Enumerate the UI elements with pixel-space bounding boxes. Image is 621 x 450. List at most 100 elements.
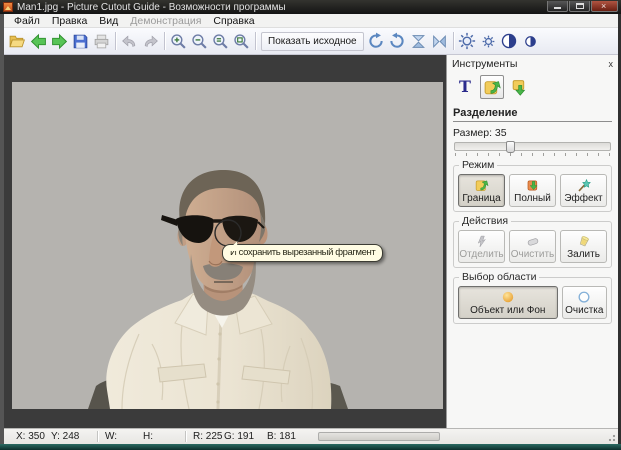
app-window: Man1.jpg - Picture Cutout Guide - Возмож… [0,0,621,450]
text-tool-icon: T [459,77,471,96]
rotate-cw-button[interactable] [366,31,387,52]
mode-full-button[interactable]: Полный [509,174,556,207]
print-icon [94,34,109,48]
zoom-out-icon [192,33,207,49]
fragment-tool-button[interactable] [507,75,531,99]
contrast-small-button[interactable] [520,31,541,52]
zoom-in-button[interactable] [168,31,189,52]
undo-icon [122,34,136,47]
back-icon [30,33,46,49]
forward-button[interactable] [49,31,70,52]
toolbar: Показать исходное [4,28,618,55]
mode-border-label: Граница [462,192,501,204]
panel-tools-row: T [447,71,618,104]
back-button[interactable] [28,31,49,52]
mode-effect-icon [577,178,591,191]
mode-full-icon [527,180,538,190]
panel-title: Инструменты [452,58,518,70]
open-button[interactable] [7,31,28,52]
menu-view[interactable]: Вид [93,15,124,27]
rotate-ccw-button[interactable] [387,31,408,52]
status-g: G: 191 [224,431,255,442]
separation-title: Разделение [453,107,518,119]
toolbar-separator [164,32,165,50]
object-or-background-label: Объект или Фон [470,304,546,316]
cutout-tool-button[interactable] [480,75,504,99]
print-button [91,31,112,52]
zoom-fit-icon [234,33,249,49]
brightness-button[interactable] [457,31,478,52]
menu-edit[interactable]: Правка [46,15,93,27]
contrast-small-icon [524,35,536,47]
size-label: Размер: 35 [453,127,507,139]
status-y: Y: 248 [51,431,80,442]
mode-border-button[interactable]: Граница [458,174,505,207]
slider-thumb[interactable] [506,141,516,153]
size-slider[interactable] [447,140,618,156]
flip-vertical-icon [411,34,425,48]
flip-horizontal-icon [432,34,446,48]
minimize-button[interactable] [547,1,568,12]
clear-label: Очистить [510,248,555,260]
bottom-edge-strip [0,444,621,450]
eraser-icon [527,237,538,246]
zoom-100-button[interactable] [210,31,231,52]
mode-title: Режим [459,159,498,171]
menu-help[interactable]: Справка [207,15,260,27]
window-frame: Файл Правка Вид Демонстрация Справка Пок… [0,14,621,444]
close-button[interactable] [591,1,618,12]
lightning-icon [477,235,486,247]
redo-button [140,31,161,52]
slider-track[interactable] [454,141,611,153]
contrast-icon [501,33,517,49]
panel-close-icon[interactable]: x [609,59,614,69]
resize-grip[interactable] [606,432,616,442]
menu-demonstration: Демонстрация [130,14,202,27]
object-or-background-button[interactable]: Объект или Фон [458,286,558,319]
brightness-icon [458,32,476,50]
window-title: Man1.jpg - Picture Cutout Guide - Возмож… [17,2,286,13]
zoom-fit-button[interactable] [231,31,252,52]
contrast-button[interactable] [499,31,520,52]
cleanup-button[interactable]: Очистка [561,286,607,319]
app-icon [3,2,13,12]
clear-button: Очистить [509,230,556,263]
redo-icon [144,34,158,47]
separate-label: Отделить [459,248,504,260]
separation-rule [453,121,612,122]
separate-button: Отделить [458,230,505,263]
flip-horizontal-button[interactable] [429,31,450,52]
status-r: R: 225 [193,431,223,442]
brightness-small-button[interactable] [478,31,499,52]
mode-effect-button[interactable]: Эффект [560,174,607,207]
show-original-button[interactable]: Показать исходное [261,31,364,51]
menubar: Файл Правка Вид Демонстрация Справка [4,14,618,28]
selection-title: Выбор области [459,271,540,283]
fill-button[interactable]: Залить [560,230,607,263]
cutout-tool-icon [484,80,501,94]
flip-vertical-button[interactable] [408,31,429,52]
menu-file[interactable]: Файл [8,15,46,27]
status-w: W: [105,431,118,442]
cleanup-ring-icon [578,291,590,303]
mode-border-icon [475,180,488,191]
statusbar: X: 350 Y: 248 W: H: R: 225 G: 191 B: 181 [4,428,618,444]
save-button[interactable] [70,31,91,52]
toolbar-separator [115,32,116,50]
minimize-icon [554,7,561,9]
status-x: X: 350 [16,431,45,442]
maximize-icon [576,3,584,9]
zoom-out-button[interactable] [189,31,210,52]
zoom-in-icon [171,33,186,49]
mode-full-label: Полный [514,192,551,204]
open-icon [9,35,25,47]
tools-panel: Инструменты x T Разделение Размер: 35 Ре… [446,55,618,428]
text-tool-button[interactable]: T [453,75,477,99]
actions-groupbox: Действия Отделить Очистить Залить [453,215,612,268]
forward-icon [52,33,68,49]
brightness-small-icon [482,35,494,47]
maximize-button[interactable] [569,1,590,12]
close-icon [601,2,606,11]
status-progress-bar [318,432,440,441]
image-canvas[interactable]: И сохранить вырезанный фрагмент [4,55,446,428]
